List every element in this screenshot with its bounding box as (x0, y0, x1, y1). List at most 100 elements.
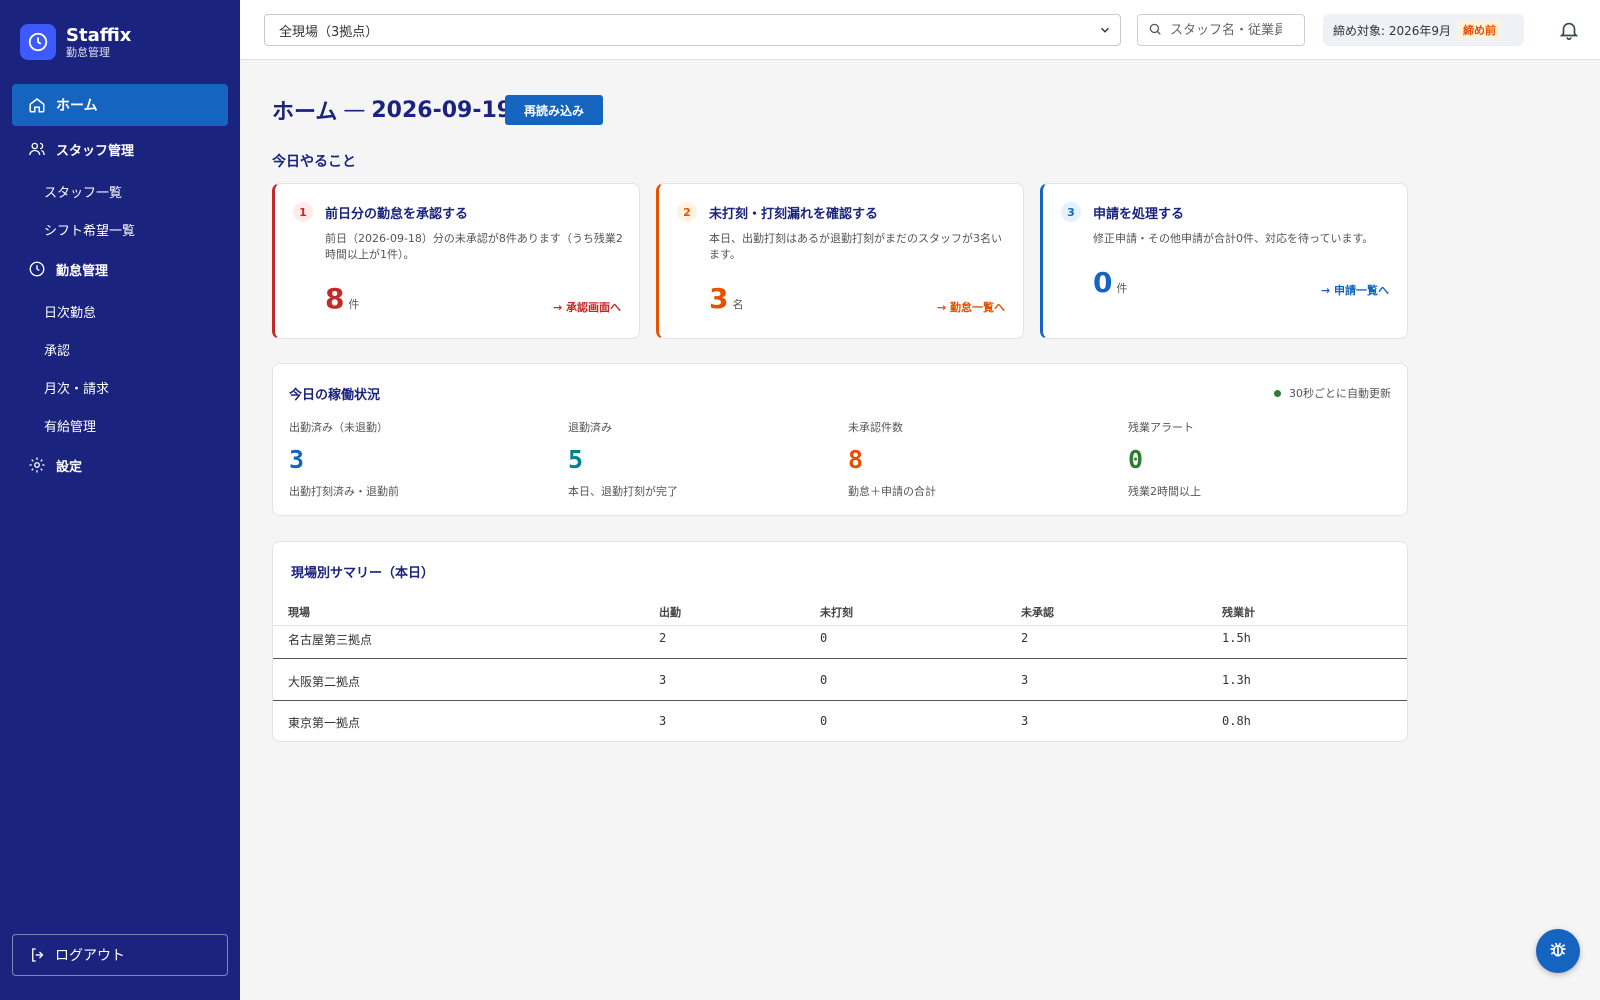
task-description: 修正申請・その他申請が合計0件、対応を待っています。 (1093, 232, 1374, 245)
sidebar: Staffix 勤怠管理 ホーム スタッフ管理 スタッフ一覧 シフト希望一覧 勤… (0, 0, 240, 1000)
cell-missing-punch: 0 (820, 631, 828, 645)
status-dot-icon (1274, 389, 1281, 397)
sidebar-nav: ホーム スタッフ管理 スタッフ一覧 シフト希望一覧 勤怠管理 日次勤怠 承認 月… (12, 84, 228, 488)
home-icon (28, 96, 46, 114)
task-description: 本日、出勤打刻はあるが退勤打刻がまだのスタッフが3名います。 (709, 232, 1002, 261)
task-count-value: 8 (325, 282, 345, 315)
sidebar-item-label: ホーム (56, 98, 98, 114)
task-count-unit: 件 (348, 298, 360, 311)
task-count: 0件 (1093, 266, 1127, 299)
site-select-value: 全現場（3拠点） (279, 24, 379, 40)
task-number: 3 (1061, 202, 1081, 222)
sidebar-item-paid-leave[interactable]: 有給管理 (12, 406, 228, 444)
stat-clocked-in: 出勤済み（未退勤） 3 出勤打刻済み・退勤前 (289, 419, 549, 499)
task-title: 未打刻・打刻漏れを確認する (709, 207, 879, 222)
sidebar-item-daily[interactable]: 日次勤怠 (12, 292, 228, 330)
task-card-approve: 1 前日分の勤怠を承認する 前日（2026-09-18）分の未承認が8件あります… (272, 183, 640, 339)
go-approval-link[interactable]: → 承認画面へ (553, 299, 621, 315)
go-requests-link[interactable]: → 申請一覧へ (1321, 282, 1389, 298)
clock-logo-icon (20, 24, 56, 60)
table-row[interactable]: 名古屋第三拠点 2 0 2 1.5h (273, 618, 1407, 659)
title-separator: — (343, 97, 366, 123)
todo-heading: 今日やること (272, 154, 356, 170)
cell-overtime: 0.8h (1222, 714, 1251, 728)
sidebar-item-shift-requests[interactable]: シフト希望一覧 (12, 210, 228, 248)
clock-icon (28, 260, 46, 278)
cell-overtime: 1.3h (1222, 673, 1251, 687)
users-icon (28, 140, 46, 158)
sidebar-item-label: スタッフ管理 (56, 143, 135, 159)
task-count-unit: 名 (732, 298, 744, 311)
task-title: 申請を処理する (1093, 207, 1185, 222)
bug-icon (1548, 939, 1568, 963)
stat-value: 5 (568, 445, 584, 474)
site-summary-title: 現場別サマリー（本日） (291, 566, 435, 581)
bell-icon[interactable] (1558, 19, 1580, 41)
cell-site: 大阪第二拠点 (288, 675, 361, 689)
sidebar-item-approval[interactable]: 承認 (12, 330, 228, 368)
operations-status-card: 今日の稼働状況 30秒ごとに自動更新 出勤済み（未退勤） 3 出勤打刻済み・退勤… (272, 363, 1408, 516)
stat-label: 未承認件数 (848, 421, 903, 434)
cell-present: 3 (659, 714, 667, 728)
sidebar-item-attendance[interactable]: 勤怠管理 (12, 248, 228, 290)
logout-label: ログアウト (55, 948, 125, 964)
cell-overtime: 1.5h (1222, 631, 1251, 645)
stat-overtime-alert: 残業アラート 0 残業2時間以上 (1128, 419, 1388, 499)
task-description: 前日（2026-09-18）分の未承認が8件あります（うち残業2時間以上が1件）… (325, 232, 623, 261)
brand: Staffix 勤怠管理 (20, 24, 131, 60)
logout-button[interactable]: ログアウト (12, 934, 228, 976)
stat-value: 8 (848, 445, 864, 474)
task-number: 1 (293, 202, 313, 222)
page-title-text: ホーム (272, 100, 338, 125)
sidebar-item-staff-list[interactable]: スタッフ一覧 (12, 172, 228, 210)
chevron-down-icon (1098, 23, 1112, 37)
cell-present: 2 (659, 631, 667, 645)
brand-subtitle: 勤怠管理 (66, 45, 110, 59)
cell-site: 東京第一拠点 (288, 716, 361, 730)
stat-label: 退勤済み (568, 421, 612, 434)
stat-label: 出勤済み（未退勤） (289, 421, 388, 434)
sidebar-item-monthly[interactable]: 月次・請求 (12, 368, 228, 406)
task-count-value: 0 (1093, 266, 1113, 299)
topbar: 全現場（3拠点） 締め対象: 2026年9月 締め前 (240, 0, 1600, 60)
sidebar-item-settings[interactable]: 設定 (12, 444, 228, 486)
brand-name: Staffix (66, 24, 132, 46)
site-summary-card: 現場別サマリー（本日） 現場 出勤 未打刻 未承認 残業計 名古屋第三拠点 2 … (272, 541, 1408, 742)
go-attendance-list-link[interactable]: → 勤怠一覧へ (937, 299, 1005, 315)
auto-refresh-label: 30秒ごとに自動更新 (1289, 387, 1391, 400)
page-title: ホーム — 2026-09-19 (272, 94, 512, 126)
cell-site: 名古屋第三拠点 (288, 633, 373, 647)
cell-missing-punch: 0 (820, 714, 828, 728)
bug-report-button[interactable] (1536, 929, 1580, 973)
task-count: 3名 (709, 282, 743, 315)
auto-refresh-indicator: 30秒ごとに自動更新 (1274, 385, 1391, 401)
search-input[interactable] (1170, 22, 1282, 38)
sidebar-item-label: 設定 (56, 459, 83, 475)
stat-note: 残業2時間以上 (1128, 485, 1201, 498)
task-count-unit: 件 (1116, 282, 1128, 295)
task-count: 8件 (325, 282, 359, 315)
sidebar-item-label: 勤怠管理 (56, 263, 109, 279)
stat-unapproved: 未承認件数 8 勤怠＋申請の合計 (848, 419, 1108, 499)
sidebar-item-home[interactable]: ホーム (12, 84, 228, 126)
page-date: 2026-09-19 (371, 97, 513, 123)
task-card-missing-punch: 2 未打刻・打刻漏れを確認する 本日、出勤打刻はあるが退勤打刻がまだのスタッフが… (656, 183, 1024, 339)
closing-period: 締め対象: 2026年9月 締め前 (1323, 14, 1524, 46)
stat-label: 残業アラート (1128, 421, 1194, 434)
sidebar-item-staff[interactable]: スタッフ管理 (12, 128, 228, 170)
cell-unapproved: 2 (1021, 631, 1029, 645)
site-select[interactable]: 全現場（3拠点） (264, 14, 1121, 46)
status-badge: 締め前 (1457, 20, 1503, 40)
task-number: 2 (677, 202, 697, 222)
cell-missing-punch: 0 (820, 673, 828, 687)
stat-value: 3 (289, 445, 305, 474)
gear-icon (28, 456, 46, 474)
cell-unapproved: 3 (1021, 673, 1029, 687)
table-row[interactable]: 大阪第二拠点 3 0 3 1.3h (273, 660, 1407, 701)
stat-note: 本日、退勤打刻が完了 (568, 485, 678, 498)
reload-button[interactable]: 再読み込み (505, 95, 603, 125)
operations-title: 今日の稼働状況 (289, 388, 381, 403)
closing-period-label: 締め対象: 2026年9月 (1333, 23, 1452, 38)
table-row[interactable]: 東京第一拠点 3 0 3 0.8h (273, 701, 1407, 741)
task-title: 前日分の勤怠を承認する (325, 207, 469, 222)
